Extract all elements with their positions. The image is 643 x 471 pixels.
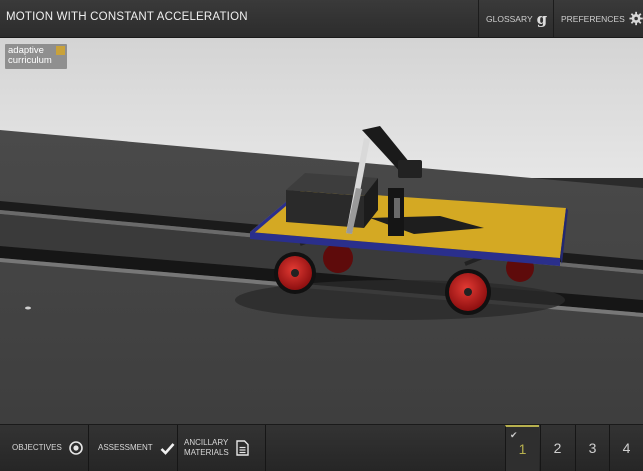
objectives-label: OBJECTIVES	[12, 443, 62, 452]
glossary-label: GLOSSARY	[486, 13, 533, 24]
page-2-button[interactable]: 2	[540, 425, 574, 471]
page-number: 1	[518, 441, 527, 457]
simulation-viewport[interactable]	[0, 38, 643, 424]
logo-mark-icon	[56, 46, 65, 55]
page-title: MOTION WITH CONSTANT ACCELERATION	[6, 11, 248, 23]
adaptive-curriculum-logo: adaptive curriculum	[5, 44, 67, 69]
cart-on-track-scene	[0, 38, 643, 424]
target-icon	[68, 441, 83, 455]
completed-check-icon: ✔	[510, 430, 518, 440]
page-4-button[interactable]: 4	[609, 425, 643, 471]
assessment-label: ASSESSMENT	[98, 443, 153, 452]
preferences-label: PREFERENCES	[561, 13, 625, 24]
ancillary-materials-button[interactable]: ANCILLARY MATERIALS	[178, 425, 266, 471]
document-icon	[236, 440, 249, 456]
objectives-button[interactable]: OBJECTIVES	[0, 425, 89, 471]
gear-icon	[629, 11, 643, 26]
bottom-bar: OBJECTIVES ASSESSMENT ANCILLARY MATERIAL…	[0, 424, 643, 471]
assessment-button[interactable]: ASSESSMENT	[89, 425, 178, 471]
glossary-icon: g	[536, 9, 548, 28]
checkmark-icon	[160, 442, 175, 455]
page-3-button[interactable]: 3	[575, 425, 609, 471]
page-number: 3	[588, 440, 597, 456]
ancillary-label-line-2: MATERIALS	[184, 448, 229, 457]
logo-line-2: curriculum	[8, 55, 52, 66]
ancillary-label: ANCILLARY MATERIALS	[184, 438, 229, 458]
glossary-button[interactable]: GLOSSARY g	[478, 0, 552, 37]
ancillary-label-line-1: ANCILLARY	[184, 438, 229, 447]
page-1-button[interactable]: ✔ 1	[505, 425, 539, 471]
top-bar: MOTION WITH CONSTANT ACCELERATION GLOSSA…	[0, 0, 643, 38]
page-number: 2	[553, 440, 562, 456]
preferences-button[interactable]: PREFERENCES	[553, 0, 643, 37]
page-number: 4	[622, 440, 631, 456]
